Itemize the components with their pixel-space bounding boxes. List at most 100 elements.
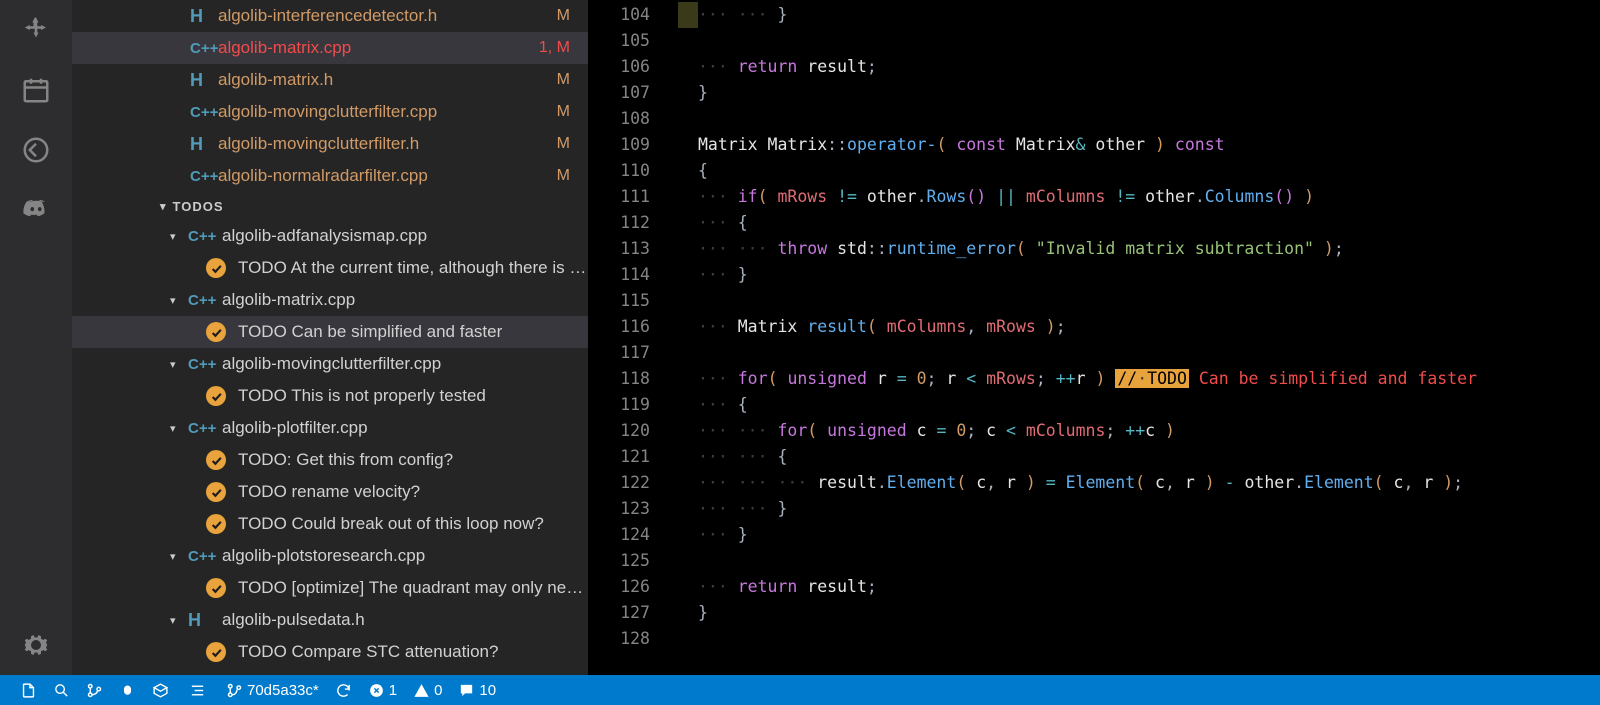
file-badge: M: [557, 103, 570, 121]
todo-group[interactable]: ▾ C++ algolib-plotstoresearch.cpp: [72, 540, 588, 572]
cpp-file-icon: C++: [190, 104, 218, 121]
status-search-icon[interactable]: [45, 675, 78, 705]
todo-group[interactable]: ▾ Halgolib-pulsedata.h: [72, 604, 588, 636]
h-file-icon: H: [190, 134, 218, 155]
status-sync-icon[interactable]: [327, 675, 360, 705]
file-name: algolib-interferencedetector.h: [218, 6, 437, 26]
todos-section-header[interactable]: ▾ TODOS: [72, 192, 588, 220]
caret-down-icon: ▾: [170, 422, 180, 435]
todos-title: TODOS: [173, 199, 224, 214]
sidebar: Halgolib-interferencedetector.hMC++algol…: [72, 0, 588, 675]
line-number-gutter: 1041051061071081091101111121131141151161…: [588, 0, 678, 675]
todo-item[interactable]: TODO rename velocity?: [72, 476, 588, 508]
todo-group-name: algolib-adfanalysismap.cpp: [222, 226, 427, 246]
h-file-icon: H: [190, 6, 218, 27]
check-icon: [206, 514, 226, 534]
h-file-icon: H: [188, 610, 216, 631]
branch-name: 70d5a33c*: [247, 682, 319, 699]
check-icon: [206, 258, 226, 278]
editor[interactable]: 1041051061071081091101111121131141151161…: [588, 0, 1600, 675]
todo-text: TODO: Get this from config?: [238, 450, 453, 470]
status-comments[interactable]: 10: [450, 675, 504, 705]
file-name: algolib-matrix.cpp: [218, 38, 351, 58]
status-extensions-icon[interactable]: [144, 675, 177, 705]
cpp-file-icon: C++: [188, 228, 216, 245]
error-count: 1: [389, 682, 397, 699]
caret-down-icon: ▾: [170, 614, 180, 627]
activity-bar: [0, 0, 72, 675]
status-errors[interactable]: 1: [360, 675, 405, 705]
circle-arrow-icon[interactable]: [12, 126, 60, 174]
todo-group-name: algolib-plotfilter.cpp: [222, 418, 368, 438]
caret-down-icon: ▾: [170, 230, 180, 243]
todo-text: TODO [optimize] The quadrant may only ne…: [238, 578, 588, 598]
caret-down-icon: ▾: [160, 200, 167, 213]
file-row[interactable]: Halgolib-interferencedetector.h M: [72, 0, 588, 32]
caret-down-icon: ▾: [170, 294, 180, 307]
status-debug-icon[interactable]: [111, 675, 144, 705]
cpp-file-icon: C++: [188, 420, 216, 437]
todo-group-name: algolib-pulsedata.h: [222, 610, 365, 630]
status-bar: 70d5a33c* 1 0 10: [0, 675, 1600, 705]
file-row[interactable]: Halgolib-movingclutterfilter.h M: [72, 128, 588, 160]
todo-item[interactable]: TODO This is not properly tested: [72, 380, 588, 412]
todo-item[interactable]: TODO: Get this from config?: [72, 444, 588, 476]
file-name: algolib-normalradarfilter.cpp: [218, 166, 428, 186]
caret-down-icon: ▾: [170, 358, 180, 371]
todo-text: TODO At the current time, although there…: [238, 258, 588, 278]
todo-text: TODO Could break out of this loop now?: [238, 514, 544, 534]
todo-group[interactable]: ▾C++algolib-matrix.cpp: [72, 284, 588, 316]
todo-text: TODO rename velocity?: [238, 482, 420, 502]
file-row[interactable]: Halgolib-matrix.h M: [72, 64, 588, 96]
todo-item[interactable]: TODO Can be simplified and faster: [72, 316, 588, 348]
gear-icon[interactable]: [12, 621, 60, 669]
file-badge: M: [557, 135, 570, 153]
status-source-control-icon[interactable]: [78, 675, 111, 705]
file-badge: M: [557, 7, 570, 25]
file-row[interactable]: C++algolib-normalradarfilter.cpp M: [72, 160, 588, 192]
cpp-file-icon: C++: [190, 40, 218, 57]
todo-item[interactable]: TODO Could break out of this loop now?: [72, 508, 588, 540]
file-name: algolib-movingclutterfilter.cpp: [218, 102, 437, 122]
todo-item[interactable]: TODO Compare STC attenuation?: [72, 636, 588, 668]
status-branch[interactable]: 70d5a33c*: [218, 675, 327, 705]
gutter-marks: [678, 0, 698, 675]
todo-text: TODO This is not properly tested: [238, 386, 486, 406]
todo-group[interactable]: ▾ C++ algolib-plotfilter.cpp: [72, 412, 588, 444]
file-row[interactable]: C++algolib-movingclutterfilter.cpp M: [72, 96, 588, 128]
file-name: algolib-movingclutterfilter.h: [218, 134, 419, 154]
cpp-file-icon: C++: [188, 292, 216, 309]
discord-icon[interactable]: [12, 186, 60, 234]
calendar-icon[interactable]: [12, 66, 60, 114]
todo-item[interactable]: TODO At the current time, although there…: [72, 252, 588, 284]
file-badge: M: [557, 71, 570, 89]
file-name: algolib-matrix.h: [218, 70, 333, 90]
file-badge: M: [557, 167, 570, 185]
check-icon: [206, 642, 226, 662]
code-area[interactable]: ··· ··· }··· return result;}Matrix Matri…: [698, 0, 1600, 675]
check-icon: [206, 578, 226, 598]
tree-icon[interactable]: [12, 6, 60, 54]
todo-text: TODO Compare STC attenuation?: [238, 642, 498, 662]
cpp-file-icon: C++: [188, 548, 216, 565]
todo-group-name: algolib-plotstoresearch.cpp: [222, 546, 425, 566]
todo-text: TODO Can be simplified and faster: [238, 322, 502, 342]
todo-group[interactable]: ▾C++algolib-movingclutterfilter.cpp: [72, 348, 588, 380]
file-badge: 1, M: [539, 39, 570, 57]
open-editors-list: Halgolib-interferencedetector.hMC++algol…: [72, 0, 588, 192]
cpp-file-icon: C++: [188, 356, 216, 373]
comment-count: 10: [479, 682, 496, 699]
check-icon: [206, 386, 226, 406]
cpp-file-icon: C++: [190, 168, 218, 185]
todo-group[interactable]: ▾ C++ algolib-adfanalysismap.cpp: [72, 220, 588, 252]
check-icon: [206, 482, 226, 502]
h-file-icon: H: [190, 70, 218, 91]
check-icon: [206, 450, 226, 470]
status-indent-icon[interactable]: [181, 675, 214, 705]
status-file-icon[interactable]: [12, 675, 45, 705]
todo-item[interactable]: TODO [optimize] The quadrant may only ne…: [72, 572, 588, 604]
caret-down-icon: ▾: [170, 550, 180, 563]
check-icon: [206, 322, 226, 342]
file-row[interactable]: C++algolib-matrix.cpp 1, M: [72, 32, 588, 64]
status-warnings[interactable]: 0: [405, 675, 450, 705]
